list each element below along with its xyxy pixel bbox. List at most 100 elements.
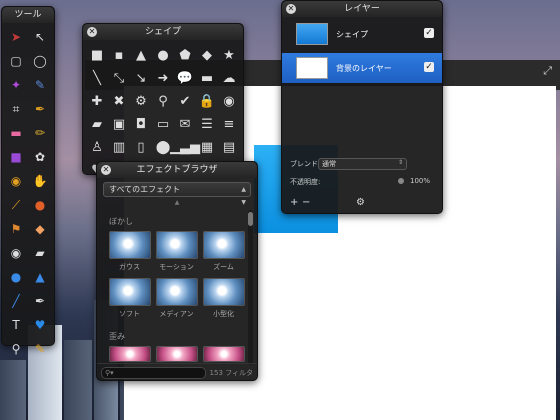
scroll-thumb[interactable] (248, 212, 253, 226)
pencil-icon[interactable]: ✏ (28, 121, 52, 145)
mail-shape-icon[interactable]: ✉ (174, 113, 196, 135)
camera-shape-icon[interactable]: ◘ (130, 113, 152, 135)
list-shape-icon[interactable]: ☰ (196, 113, 218, 135)
fullscreen-icon[interactable]: ⤢ (543, 64, 552, 78)
layer-thumbnail (296, 57, 328, 79)
speech-square-shape-icon[interactable]: ▬ (196, 67, 218, 89)
diamond-shape-icon[interactable]: ◆ (196, 44, 218, 66)
opacity-slider-knob[interactable] (398, 178, 404, 184)
effects-search-input[interactable]: ⚲▾ (101, 367, 206, 379)
effect-preview-image (202, 278, 245, 306)
gear-shape-icon[interactable]: ⚙ (130, 90, 152, 112)
magnifier-shape-icon[interactable]: ⚲ (152, 90, 174, 112)
lines-shape-icon[interactable]: ≡ (218, 113, 240, 135)
bars-shape-icon[interactable]: ▁▃▅ (170, 136, 200, 158)
lock-shape-icon[interactable]: 🔒 (196, 90, 218, 112)
speech-bubble-shape-icon[interactable]: 💬 (174, 67, 196, 89)
effect-preview-image (202, 346, 245, 362)
eye-shape-icon[interactable]: ◉ (218, 90, 240, 112)
pen-tool-icon[interactable]: ✒ (28, 289, 52, 313)
ellipse-select-icon[interactable]: ◯ (28, 49, 52, 73)
blur-drop-icon[interactable]: ● (4, 265, 28, 289)
layer-row-shape[interactable]: シェイプ ✓ (282, 19, 442, 49)
sponge-icon[interactable]: ▰ (28, 241, 52, 265)
clone-stamp-icon[interactable]: ⚑ (4, 217, 28, 241)
arrow-select-icon[interactable]: ➤ (4, 25, 28, 49)
effects-filter-select[interactable]: すべてのエフェクト ▲ ▼ (103, 182, 251, 206)
phone-shape-icon[interactable]: ▯ (130, 136, 152, 158)
double-arrow-shape-icon[interactable]: ⤡ (108, 67, 130, 89)
add-layer-button[interactable]: + (290, 197, 298, 208)
smudge-icon[interactable]: ✋ (28, 169, 52, 193)
folder-shape-icon[interactable]: ▰ (86, 113, 108, 135)
text-tool-icon[interactable]: T (4, 313, 28, 337)
eraser-icon[interactable]: ▬ (4, 121, 28, 145)
effect-item[interactable]: メディアン (153, 278, 200, 319)
monitor-shape-icon[interactable]: ▭ (152, 113, 174, 135)
magic-wand-icon[interactable]: ✦ (4, 73, 28, 97)
line-shape-icon[interactable]: ╲ (86, 67, 108, 89)
check-shape-icon[interactable]: ✔ (174, 90, 196, 112)
person-shape-icon[interactable]: ♙ (86, 136, 108, 158)
effect-item[interactable]: 小型化 (200, 278, 247, 319)
lasso-icon[interactable]: ✎ (28, 73, 52, 97)
paint-bucket-icon[interactable]: ◉ (4, 169, 28, 193)
burn-icon[interactable]: ● (28, 193, 52, 217)
building-shape-icon[interactable]: ▥ (108, 136, 130, 158)
blend-mode-select[interactable]: 通常 ⇕ (318, 158, 407, 170)
effect-item[interactable]: ソフト (106, 278, 153, 319)
right-arrow-shape-icon[interactable]: ➜ (152, 67, 174, 89)
effect-item[interactable] (153, 346, 200, 362)
sharpen-icon[interactable]: ▲ (28, 265, 52, 289)
layer-row-background[interactable]: 背景のレイヤー ✓ (282, 53, 442, 83)
calendar-shape-icon[interactable]: ▦ (196, 136, 218, 158)
pentagon-shape-icon[interactable]: ⬟ (174, 44, 196, 66)
star-shape-icon[interactable]: ★ (218, 44, 240, 66)
square-shape-icon[interactable]: ■ (86, 44, 108, 66)
shapes-panel-title: ✕ シェイプ (83, 24, 243, 40)
x-shape-icon[interactable]: ✖ (108, 90, 130, 112)
heart-shape-icon[interactable]: ♥ (28, 313, 52, 337)
bandage-icon[interactable]: ◆ (28, 217, 52, 241)
effect-label: ズーム (213, 263, 234, 271)
remove-layer-button[interactable]: − (302, 197, 310, 208)
effect-item[interactable]: ズーム (200, 231, 247, 272)
effect-item[interactable] (106, 346, 153, 362)
image-shape-icon[interactable]: ▣ (108, 113, 130, 135)
effect-item[interactable]: モーション (153, 231, 200, 272)
close-icon[interactable]: ✕ (101, 165, 111, 175)
effect-item[interactable]: ガウス (106, 231, 153, 272)
eyedropper-icon[interactable]: ✒ (28, 97, 52, 121)
purple-brush-icon[interactable]: ■ (4, 145, 28, 169)
red-eye-icon[interactable]: ◉ (4, 241, 28, 265)
close-icon[interactable]: ✕ (286, 4, 296, 14)
color-picker-icon[interactable]: ✎ (28, 337, 52, 361)
layer-visibility-checkbox[interactable]: ✓ (424, 28, 434, 38)
line-tool-icon[interactable]: ╱ (4, 289, 28, 313)
close-icon[interactable]: ✕ (87, 27, 97, 37)
triangle-shape-icon[interactable]: ▲ (130, 44, 152, 66)
rect-select-icon[interactable]: ▢ (4, 49, 28, 73)
brush-icon[interactable]: ⟋ (4, 193, 28, 217)
stamp-icon[interactable]: ✿ (28, 145, 52, 169)
document-shape-icon[interactable]: ▤ (218, 136, 240, 158)
rounded-square-shape-icon[interactable]: ▪ (108, 44, 130, 66)
effect-item[interactable] (200, 346, 247, 362)
plus-shape-icon[interactable]: ✚ (86, 90, 108, 112)
effect-preview-image (155, 278, 198, 306)
effects-scrollbar[interactable] (248, 210, 253, 365)
cloud-shape-icon[interactable]: ☁ (218, 67, 240, 89)
crop-icon[interactable]: ⌗ (4, 97, 28, 121)
zoom-icon[interactable]: ⚲ (4, 337, 28, 361)
layers-panel-title: ✕ レイヤー (282, 1, 442, 17)
tools-panel-title: ツール (2, 7, 54, 23)
move-arrow-icon[interactable]: ↖ (28, 25, 52, 49)
effects-bottom-bar: ⚲▾ 153 フィルタ (97, 363, 257, 380)
collapse-arrow-icon[interactable]: ▲ (97, 199, 257, 206)
layer-settings-gear-icon[interactable]: ⚙ (356, 197, 365, 208)
diagonal-arrow-shape-icon[interactable]: ↘ (130, 67, 152, 89)
layer-visibility-checkbox[interactable]: ✓ (424, 62, 434, 72)
layer-name: シェイプ (336, 29, 368, 39)
effect-category-label: 歪み (109, 332, 125, 341)
circle-shape-icon[interactable]: ● (152, 44, 174, 66)
